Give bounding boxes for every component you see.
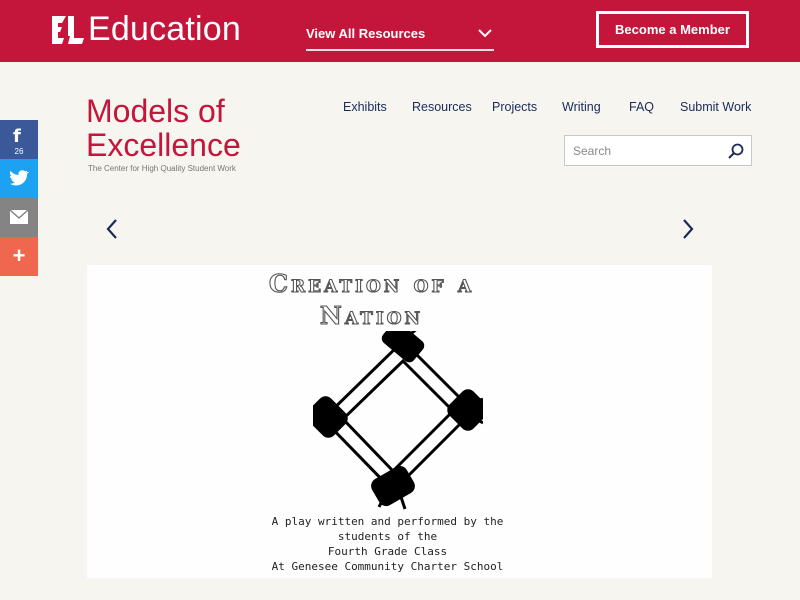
share-more-button[interactable]: + bbox=[0, 237, 38, 276]
facebook-icon: f bbox=[13, 126, 21, 147]
nav-item-exhibits[interactable]: Exhibits bbox=[343, 100, 412, 114]
nav-item-resources[interactable]: Resources bbox=[412, 100, 492, 114]
brand-title[interactable]: Education bbox=[88, 10, 241, 49]
nav-item-projects[interactable]: Projects bbox=[492, 100, 562, 114]
email-share-button[interactable] bbox=[0, 198, 38, 237]
caption-line-3: Fourth Grade Class bbox=[327, 545, 448, 558]
main-nav: Exhibits Resources Projects Writing FAQ … bbox=[343, 100, 760, 114]
search-input[interactable] bbox=[573, 142, 723, 160]
view-all-label: View All Resources bbox=[306, 26, 426, 41]
models-of-excellence-logo[interactable]: Models of Excellence The Center for High… bbox=[86, 94, 241, 173]
twitter-icon bbox=[9, 170, 29, 186]
nav-item-submit-work[interactable]: Submit Work bbox=[680, 100, 760, 114]
view-all-resources-dropdown[interactable]: View All Resources bbox=[306, 18, 494, 51]
email-icon bbox=[9, 209, 29, 224]
chevron-left-icon[interactable] bbox=[104, 218, 120, 240]
el-logo-icon[interactable] bbox=[50, 14, 86, 46]
become-member-button[interactable]: Become a Member bbox=[596, 11, 749, 48]
caption-line-1: A play written and performed by the bbox=[271, 515, 504, 528]
chevron-right-icon[interactable] bbox=[680, 218, 696, 240]
chevron-down-icon bbox=[478, 29, 492, 38]
logo-line-2: Excellence bbox=[86, 127, 241, 163]
facebook-share-count: 26 bbox=[14, 147, 24, 156]
slide-caption: A play written and performed by the stud… bbox=[87, 514, 700, 574]
share-more-icon: + bbox=[12, 243, 26, 268]
search-icon[interactable] bbox=[727, 142, 745, 160]
caption-line-4: At Genesee Community Charter School bbox=[271, 560, 504, 573]
facebook-share-button[interactable]: f 26 bbox=[0, 120, 38, 159]
slide-title-line-2: Nation bbox=[319, 300, 424, 330]
caption-line-2: students of the bbox=[337, 530, 438, 543]
logo-tagline: The Center for High Quality Student Work bbox=[88, 164, 236, 173]
hands-diamond-illustration bbox=[313, 331, 483, 510]
logo-line-1: Models of bbox=[86, 93, 225, 129]
slide-title-line-1: Creation of a bbox=[268, 268, 475, 298]
top-header-bar: Education View All Resources Become a Me… bbox=[0, 0, 800, 62]
nav-item-writing[interactable]: Writing bbox=[562, 100, 629, 114]
nav-item-faq[interactable]: FAQ bbox=[629, 100, 680, 114]
carousel-slide[interactable]: Creation of a Nation A play written and … bbox=[87, 265, 712, 578]
social-share-bar: f 26 + bbox=[0, 120, 38, 276]
twitter-share-button[interactable] bbox=[0, 159, 38, 198]
search-box bbox=[564, 135, 752, 166]
